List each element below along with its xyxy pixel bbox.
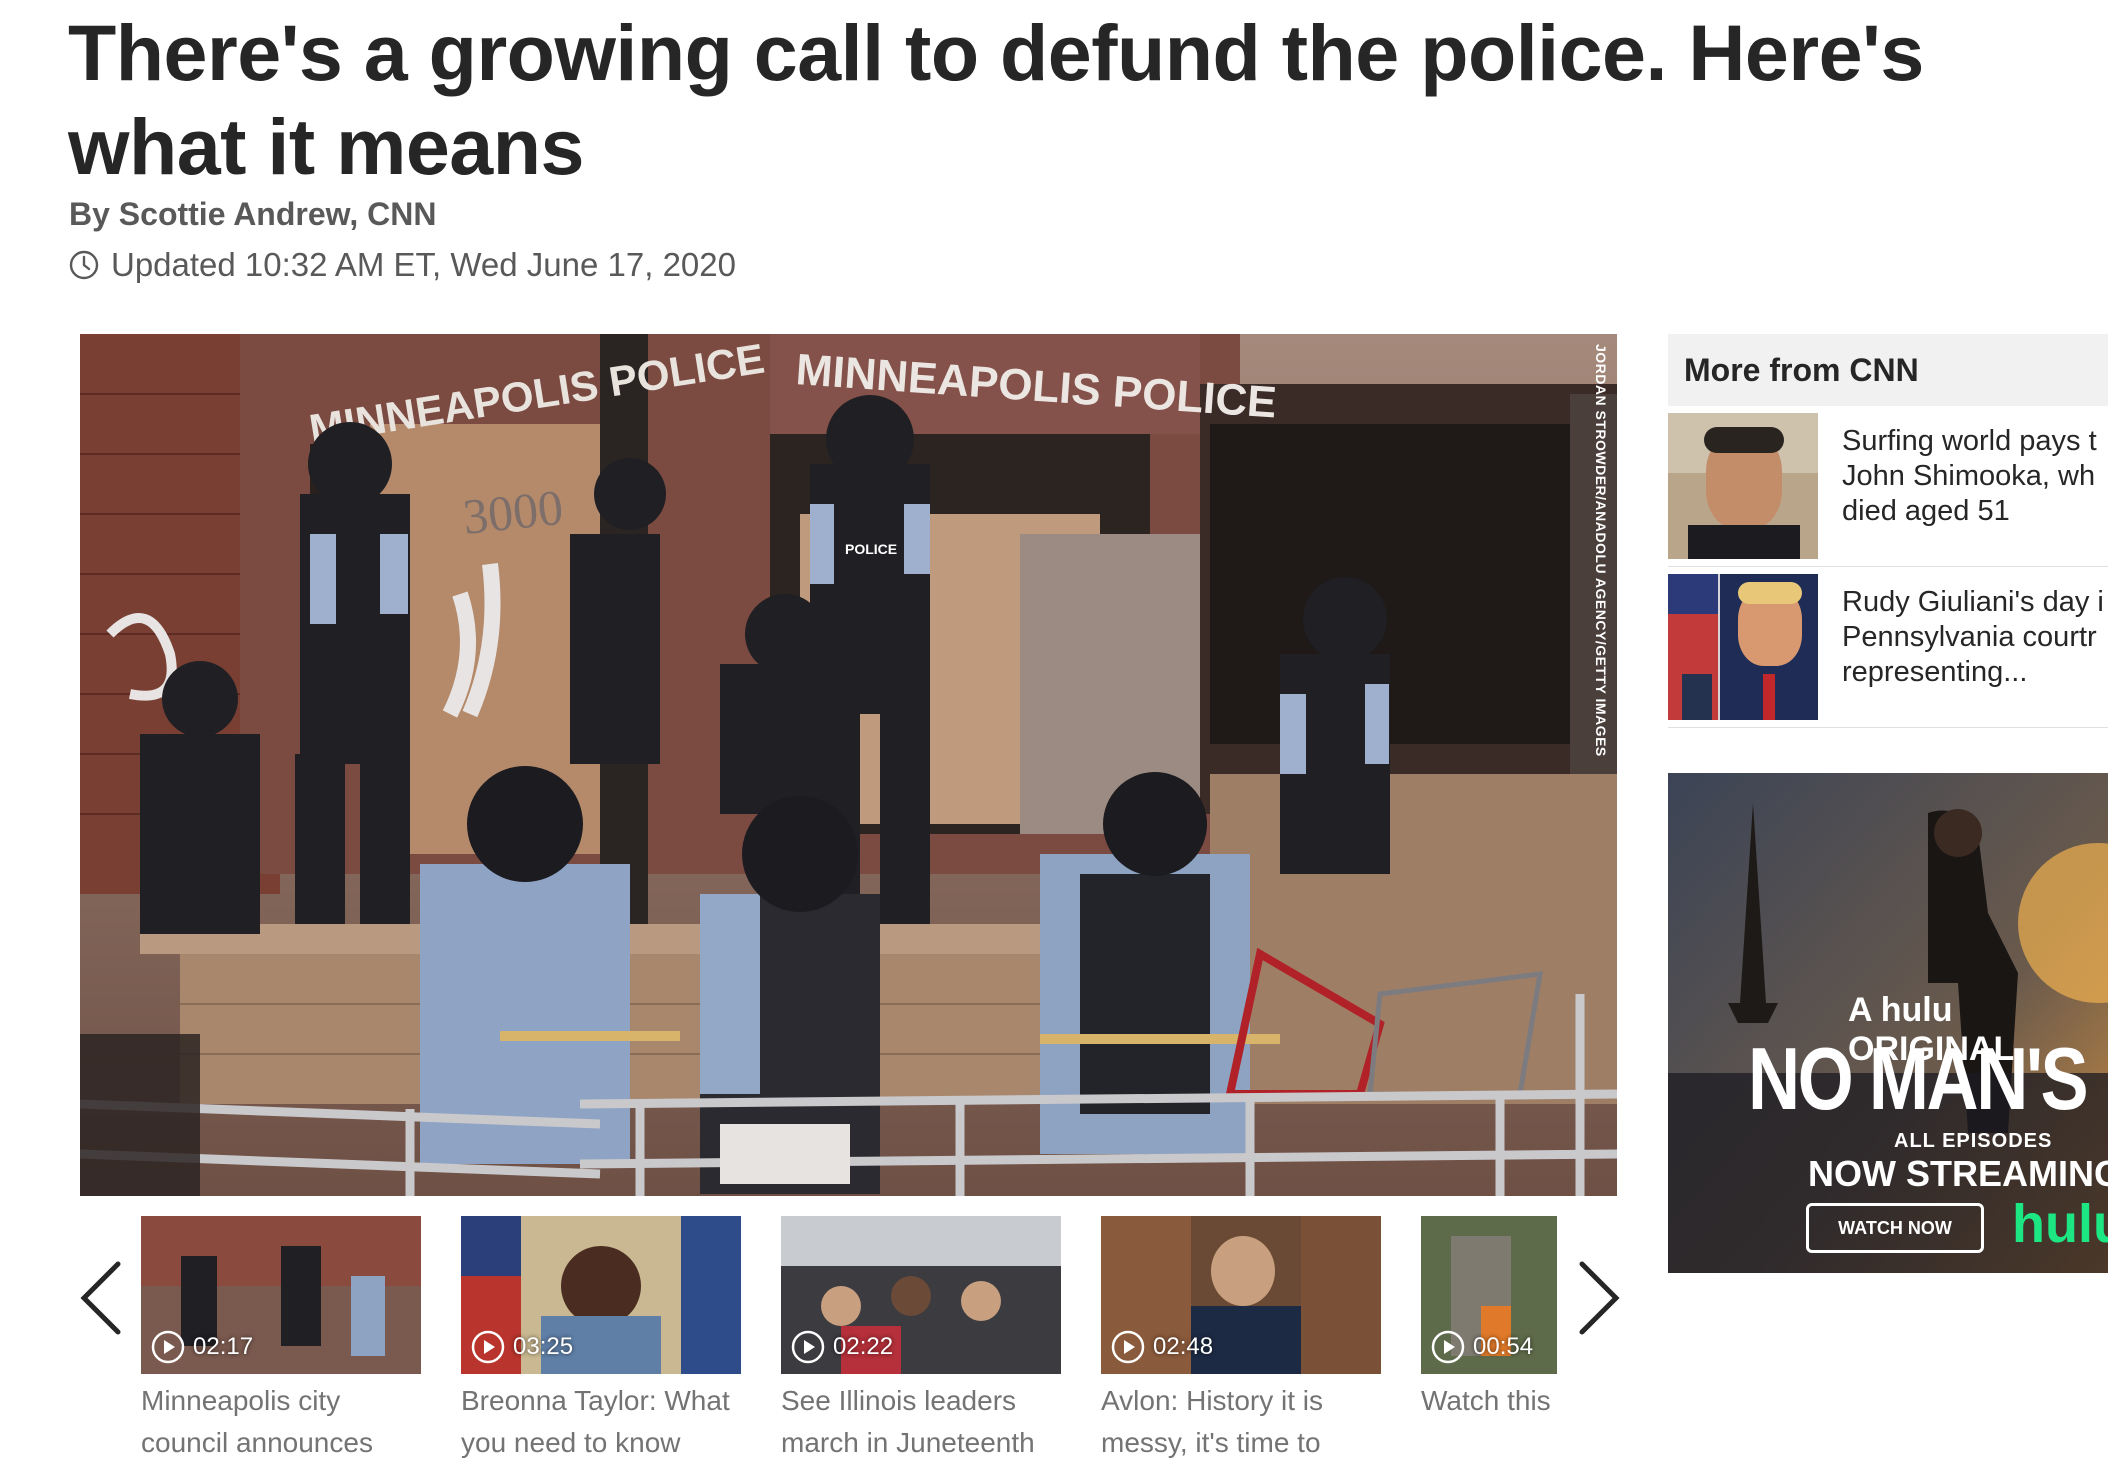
video-card-1[interactable]: 02:17 Minneapolis city council announces [141,1216,421,1464]
video-caption-5[interactable]: Watch this Confederat [1421,1380,1557,1422]
rail-story-2-thumbnail[interactable] [1668,574,1818,720]
play-icon [151,1330,185,1364]
article-byline[interactable]: By Scottie Andrew, CNN [69,196,436,233]
video-card-4[interactable]: 02:48 Avlon: History it is messy, it's t… [1101,1216,1381,1464]
updated-text: Updated 10:32 AM ET, Wed June 17, 2020 [111,246,736,283]
video-duration-4: 02:48 [1111,1330,1213,1364]
vest-label: POLICE [845,541,897,557]
play-icon [791,1330,825,1364]
ad-all-episodes: ALL EPISODES [1894,1130,2053,1152]
video-caption-2[interactable]: Breonna Taylor: What you need to know [461,1380,741,1464]
video-duration-1: 02:17 [151,1330,253,1364]
video-card-5[interactable]: 00:54 Watch this Confederat [1421,1216,1557,1422]
article-timestamp: Updated 10:32 AM ET, Wed June 17, 2020 [69,246,736,284]
rail-heading: More from CNN [1668,334,2108,406]
clock-icon [69,250,99,280]
video-caption-1[interactable]: Minneapolis city council announces [141,1380,421,1464]
video-thumbnail-3[interactable]: 02:22 [781,1216,1061,1374]
hero-photo[interactable]: MINNEAPOLIS POLICE MINNEAPOLIS POLICE 30… [80,334,1617,1196]
carousel-prev-arrow[interactable] [78,1258,126,1338]
building-number: 3000 [460,479,565,545]
hulu-advertisement[interactable]: A hulu ORIGINAL NO MAN'S LA ALL EPISODES… [1668,773,2108,1273]
ad-show-title: NO MAN'S LA [1748,1029,2108,1128]
carousel-next-arrow[interactable] [1574,1258,1622,1338]
video-thumbnail-4[interactable]: 02:48 [1101,1216,1381,1374]
watch-now-button[interactable]: WATCH NOW [1806,1203,1984,1253]
video-duration-5: 00:54 [1431,1330,1533,1364]
photo-credit: JORDAN STROWDER/ANADOLU AGENCY/GETTY IMA… [1593,344,1609,757]
rail-story-2-title[interactable]: Rudy Giuliani's day i Pennsylvania court… [1842,585,2104,727]
play-icon [471,1330,505,1364]
ad-now-streaming: NOW STREAMING [1808,1153,2108,1194]
video-duration-2: 03:25 [471,1330,573,1364]
video-caption-3[interactable]: See Illinois leaders march in Juneteenth [781,1380,1061,1464]
rail-story-1-thumbnail[interactable] [1668,413,1818,559]
police-precinct-illustration: MINNEAPOLIS POLICE MINNEAPOLIS POLICE 30… [80,334,1617,1196]
video-card-3[interactable]: 02:22 See Illinois leaders march in June… [781,1216,1061,1464]
rail-story-1[interactable]: Surfing world pays t John Shimooka, wh d… [1668,406,2108,567]
rail-story-1-title[interactable]: Surfing world pays t John Shimooka, wh d… [1842,424,2097,566]
video-card-2[interactable]: 03:25 Breonna Taylor: What you need to k… [461,1216,741,1464]
video-thumbnail-5[interactable]: 00:54 [1421,1216,1557,1374]
video-duration-3: 02:22 [791,1330,893,1364]
rail-story-2[interactable]: Rudy Giuliani's day i Pennsylvania court… [1668,567,2108,728]
article-headline: There's a growing call to defund the pol… [68,8,1924,191]
play-icon [1431,1330,1465,1364]
more-from-cnn-rail: More from CNN Surfing world pays t John … [1668,334,2108,728]
hulu-logo: hulu [2012,1194,2108,1254]
video-caption-4[interactable]: Avlon: History it is messy, it's time to [1101,1380,1381,1464]
video-thumbnail-1[interactable]: 02:17 [141,1216,421,1374]
play-icon [1111,1330,1145,1364]
video-thumbnail-2[interactable]: 03:25 [461,1216,741,1374]
